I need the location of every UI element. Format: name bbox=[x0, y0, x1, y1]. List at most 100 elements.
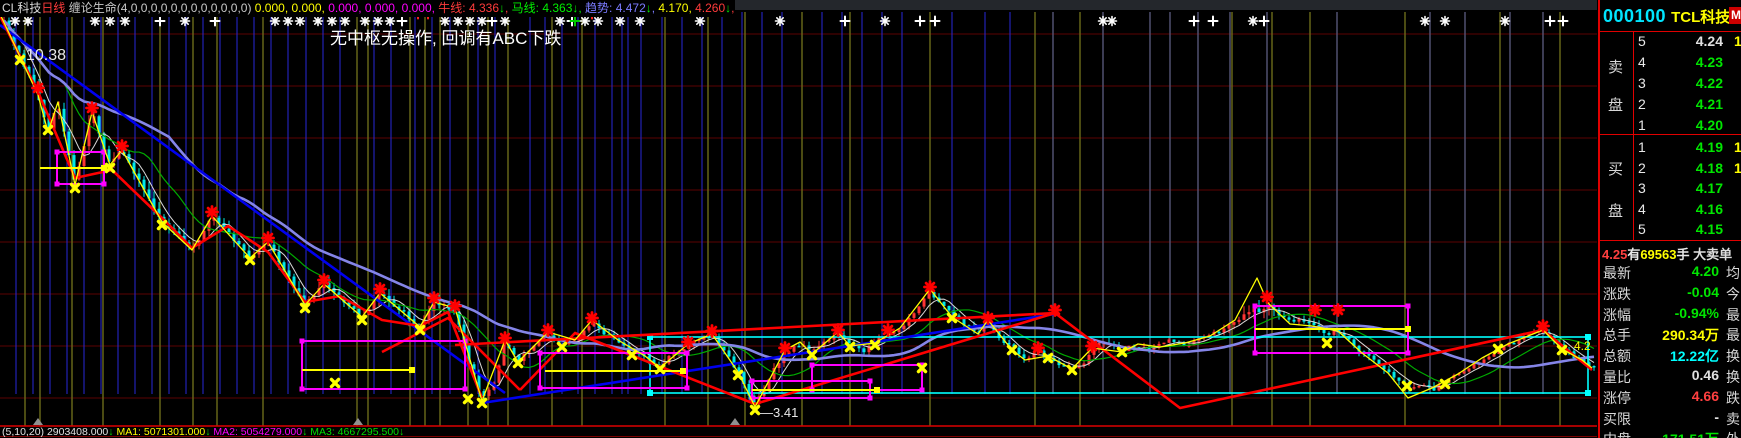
big-order-price: 4.25 bbox=[1602, 247, 1627, 262]
candle-body bbox=[588, 326, 591, 330]
level: 3 bbox=[1638, 75, 1646, 91]
box-handle[interactable] bbox=[300, 387, 305, 392]
candle-body bbox=[728, 350, 731, 356]
segment-handle[interactable] bbox=[409, 367, 415, 373]
candle-body bbox=[1513, 343, 1516, 345]
label-cut: 卖 bbox=[1726, 409, 1740, 429]
label-cut: 换 bbox=[1726, 346, 1740, 366]
candle-body bbox=[403, 310, 406, 312]
divider bbox=[1600, 31, 1741, 32]
level: 2 bbox=[1638, 96, 1646, 112]
candle-body bbox=[1388, 369, 1391, 371]
candle-body bbox=[918, 307, 921, 314]
panel-title: 000100TCL科技 bbox=[1603, 6, 1730, 27]
label: 买限 bbox=[1603, 409, 1631, 429]
label-cut: 跌 bbox=[1726, 388, 1740, 408]
box-handle[interactable] bbox=[868, 396, 873, 401]
label: 总额 bbox=[1603, 346, 1631, 366]
stock-name: TCL科技 bbox=[1671, 9, 1730, 26]
chan-zigzag-line bbox=[0, 14, 1592, 407]
label: 最新 bbox=[1603, 263, 1631, 283]
candle-body bbox=[1488, 357, 1491, 360]
candle-body bbox=[1233, 322, 1236, 325]
segment-handle[interactable] bbox=[1405, 326, 1411, 332]
label-cut: 最 bbox=[1726, 305, 1740, 325]
volume: 1 bbox=[1734, 33, 1741, 49]
candle-body bbox=[948, 306, 951, 310]
label: 量比 bbox=[1603, 367, 1631, 387]
box-handle[interactable] bbox=[920, 388, 925, 393]
low-price-label: —3.41 bbox=[760, 405, 798, 420]
box-handle[interactable] bbox=[810, 363, 815, 368]
indicator-segment: 趋势: 4.472 bbox=[585, 1, 646, 15]
indicator-segment: 缠论生命(4,0,0,0,0,0,0,0,0,0,0,0,0) bbox=[65, 1, 254, 15]
box-handle[interactable] bbox=[1253, 304, 1258, 309]
main-chart[interactable]: 10.38无中枢无操作, 回调有ABC下跌—3.414.2 bbox=[0, 0, 1597, 438]
box-handle[interactable] bbox=[685, 386, 690, 391]
candle-body bbox=[1413, 387, 1416, 389]
orderbook-side-label: 盘 bbox=[1608, 200, 1623, 221]
label: 涨停 bbox=[1603, 388, 1631, 408]
candle-body bbox=[858, 346, 861, 349]
candle-body bbox=[1243, 314, 1246, 319]
quote-panel: 000100TCL科技 M 卖盘买盘54.24144.2334.2224.211… bbox=[1598, 0, 1741, 438]
position-triangle[interactable] bbox=[353, 418, 363, 425]
price: 4.16 bbox=[1696, 201, 1723, 217]
box-handle[interactable] bbox=[750, 379, 755, 384]
candle-body bbox=[913, 313, 916, 318]
value: 4.20 bbox=[1692, 263, 1719, 279]
position-triangle[interactable] bbox=[33, 418, 43, 425]
label-cut: 今 bbox=[1726, 284, 1740, 304]
value: 12.22亿 bbox=[1670, 346, 1719, 366]
box-handle[interactable] bbox=[463, 387, 468, 392]
big-order-volume: 69563 bbox=[1640, 247, 1676, 262]
box-handle[interactable] bbox=[55, 150, 60, 155]
candle-body bbox=[1228, 325, 1231, 329]
candle-body bbox=[793, 346, 796, 352]
ma-segment: 2903408.000 bbox=[47, 426, 108, 438]
box-handle[interactable] bbox=[538, 351, 543, 356]
box-handle[interactable] bbox=[55, 182, 60, 187]
candle-body bbox=[1468, 368, 1471, 371]
candle-body bbox=[1088, 355, 1091, 364]
candle-body bbox=[903, 326, 906, 329]
position-triangle[interactable] bbox=[730, 418, 740, 425]
box-handle[interactable] bbox=[1406, 351, 1411, 356]
segment-handle[interactable] bbox=[680, 368, 686, 374]
value: 290.34万 bbox=[1662, 325, 1719, 345]
value: -0.94% bbox=[1675, 305, 1719, 321]
orderbook-side-label: 盘 bbox=[1608, 94, 1623, 115]
level: 1 bbox=[1638, 117, 1646, 133]
ma-segment: MA1: 5071301.000 bbox=[114, 426, 206, 438]
candle-body bbox=[1593, 366, 1596, 368]
box-handle[interactable] bbox=[102, 182, 107, 187]
indicator-segment: 0.000, 0.000, 0.000, bbox=[328, 1, 438, 15]
box-handle[interactable] bbox=[868, 379, 873, 384]
divider bbox=[1600, 134, 1741, 135]
volume-ma-bar[interactable]: (5,10,20) 2903408.000↓ MA1: 5071301.000↓… bbox=[2, 427, 404, 438]
box-handle[interactable] bbox=[1406, 304, 1411, 309]
value: 171.51万 bbox=[1662, 429, 1719, 438]
segment-handle[interactable] bbox=[874, 387, 880, 393]
box-handle[interactable] bbox=[1585, 390, 1591, 396]
box-handle[interactable] bbox=[300, 339, 305, 344]
ma-slow-line bbox=[4, 21, 1594, 368]
candle-body bbox=[1323, 330, 1326, 333]
panel-badge-button[interactable]: M bbox=[1729, 7, 1741, 24]
indicator-bar[interactable]: CL科技日线 缠论生命(4,0,0,0,0,0,0,0,0,0,0,0,0) 0… bbox=[0, 0, 735, 17]
price: 4.17 bbox=[1696, 180, 1723, 196]
candle-body bbox=[1173, 339, 1176, 342]
indicator-segment: , bbox=[505, 1, 512, 15]
box-handle[interactable] bbox=[647, 390, 653, 396]
orderbook-side-label: 卖 bbox=[1608, 56, 1623, 77]
price: 4.15 bbox=[1696, 221, 1723, 237]
candle-body bbox=[1398, 378, 1401, 381]
box-handle[interactable] bbox=[685, 351, 690, 356]
box-handle[interactable] bbox=[1253, 351, 1258, 356]
candle-body bbox=[1168, 339, 1171, 342]
level: 5 bbox=[1638, 221, 1646, 237]
box-handle[interactable] bbox=[538, 386, 543, 391]
indicator-segment: CL科技 bbox=[2, 1, 41, 15]
high-price-label: 10.38 bbox=[26, 47, 66, 64]
divider bbox=[1600, 240, 1741, 241]
